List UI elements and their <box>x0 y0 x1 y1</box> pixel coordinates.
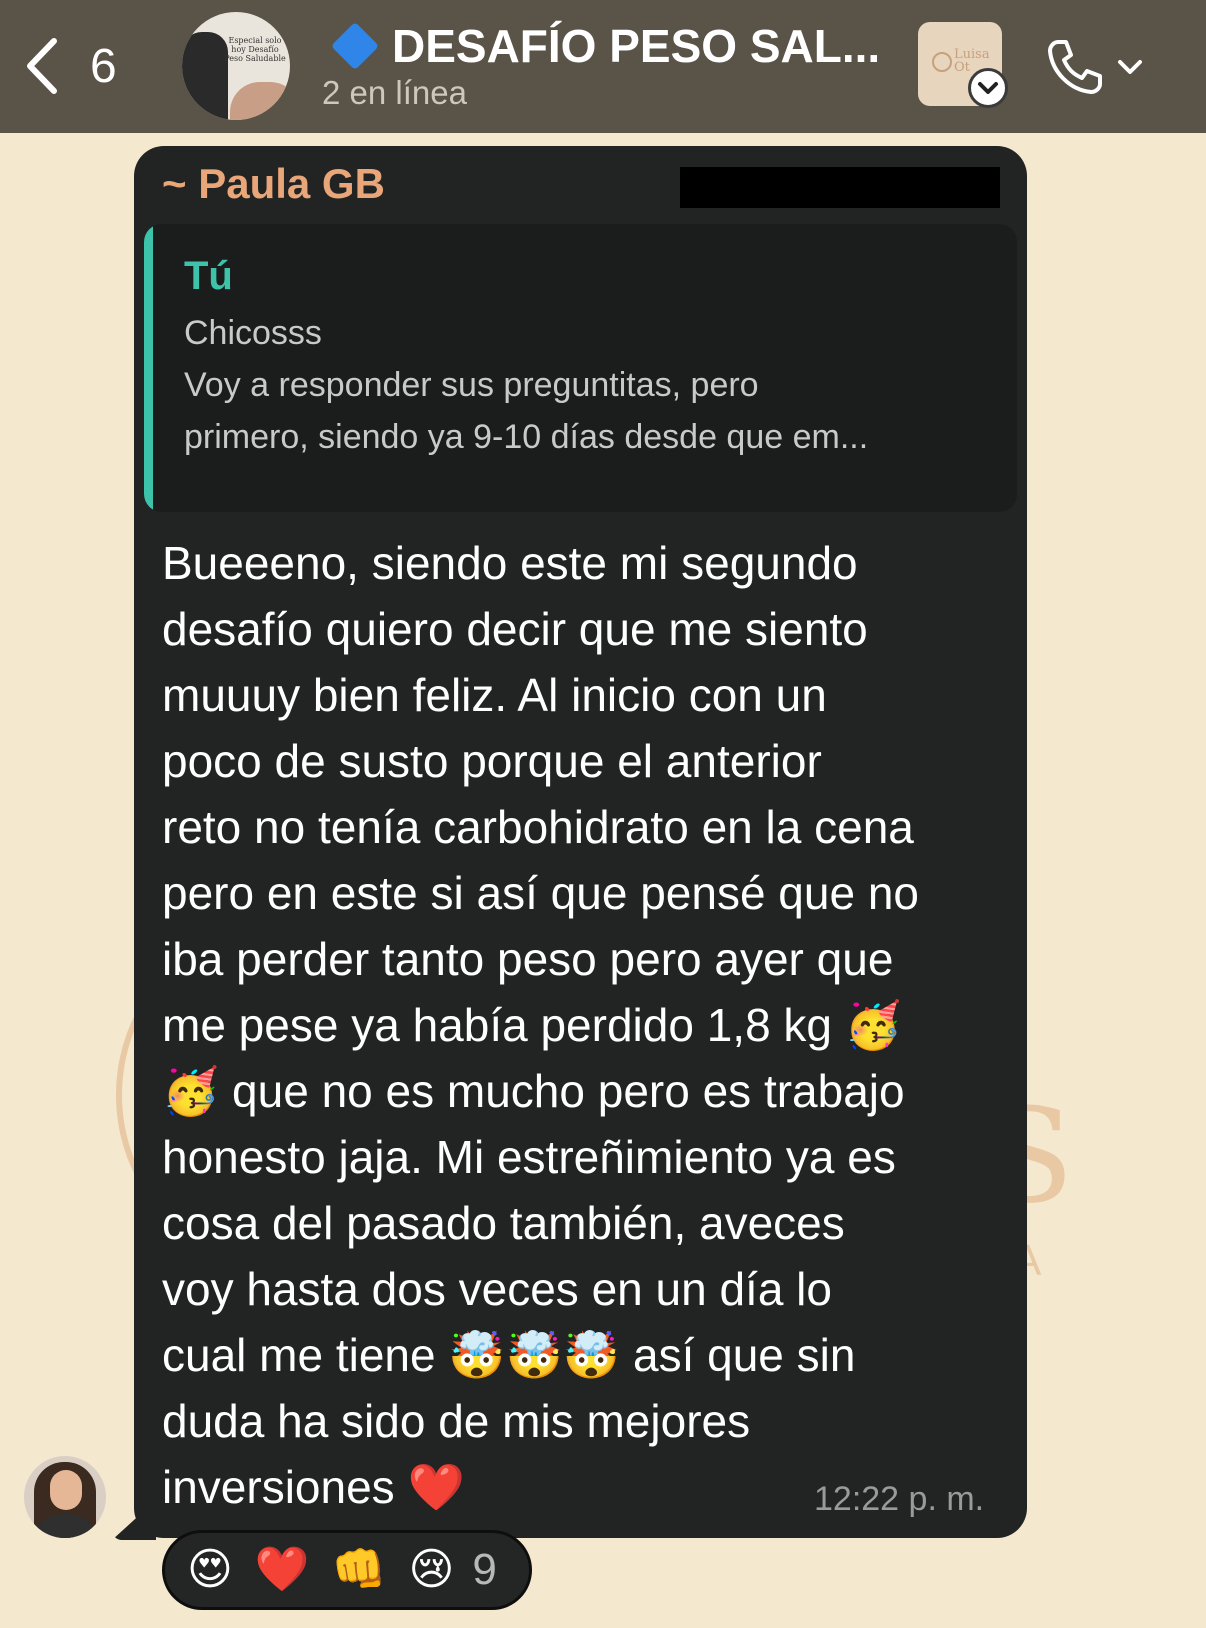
group-title[interactable]: DESAFÍO PESO SAL... <box>330 18 890 74</box>
sender-avatar[interactable] <box>24 1456 106 1538</box>
avatar-figure-hand <box>230 82 290 120</box>
reaction-crying: 😢 <box>408 1545 455 1594</box>
reaction-heart: ❤️ <box>254 1545 310 1594</box>
diamond-icon <box>330 21 380 71</box>
back-button[interactable]: 6 <box>22 30 142 102</box>
message-line: cosa del pasado también, aveces <box>162 1197 845 1249</box>
message-line: 🥳 que no es mucho pero es trabajo <box>162 1065 905 1117</box>
call-options-chevron-icon <box>1118 60 1142 74</box>
group-title-text: DESAFÍO PESO SAL... <box>392 20 881 72</box>
group-avatar[interactable]: Especial solo hoy Desafío Peso Saludable <box>182 12 290 120</box>
message-line: voy hasta dos veces en un día lo <box>162 1263 832 1315</box>
message-timestamp: 12:22 p. m. <box>814 1480 985 1518</box>
message-line: poco de susto porque el anterior <box>162 735 822 787</box>
message-line: Bueeeno, siendo este mi segundo <box>162 537 858 589</box>
message-line: muuuy bien feliz. Al inicio con un <box>162 669 827 721</box>
online-status: 2 en línea <box>322 74 467 111</box>
quote-author: Tú <box>184 254 233 298</box>
avatar-face <box>50 1470 82 1510</box>
reaction-fist: 👊 <box>331 1545 387 1594</box>
reactions-bar[interactable]: 😍 ❤️ 👊 😢 9 <box>162 1530 532 1610</box>
quote-accent-bar <box>144 224 153 512</box>
message-line: iba perder tanto peso pero ayer que <box>162 933 894 985</box>
redacted-phone-number <box>680 167 1000 208</box>
message-line: desafío quiero decir que me siento <box>162 603 868 655</box>
unread-count: 6 <box>90 39 117 93</box>
quoted-message[interactable]: Tú Chicosss Voy a responder sus pregunti… <box>144 224 1017 512</box>
reaction-count: 9 <box>472 1545 497 1594</box>
call-button[interactable] <box>1044 30 1154 104</box>
phone-icon <box>1048 40 1102 94</box>
quote-line: Voy a responder sus preguntitas, pero <box>184 366 759 404</box>
message-line: honesto jaja. Mi estreñimiento ya es <box>162 1131 896 1183</box>
chat-header: 6 Especial solo hoy Desafío Peso Saludab… <box>0 0 1206 133</box>
logo-icon <box>932 52 952 72</box>
message-line: me pese ya había perdido 1,8 kg 🥳 <box>162 999 903 1051</box>
avatar-figure <box>182 32 228 120</box>
avatar-lettering: Especial solo hoy Desafío Peso Saludable <box>224 36 286 63</box>
message-line: pero en este si así que pensé que no <box>162 867 920 919</box>
message-line: cual me tiene 🤯🤯🤯 así que sin <box>162 1329 856 1381</box>
back-chevron-icon <box>27 38 57 94</box>
message-line: reto no tenía carbohidrato en la cena <box>162 801 914 853</box>
reaction-heart-eyes: 😍 <box>187 1545 233 1594</box>
chevron-down-icon[interactable] <box>968 68 1008 108</box>
quote-line: Chicosss <box>184 314 322 352</box>
sender-name[interactable]: ~ Paula GB <box>162 160 385 208</box>
quote-line: primero, siendo ya 9-10 días desde que e… <box>184 418 869 456</box>
message-body: Bueeeno, siendo este mi segundo desafío … <box>162 530 1012 1520</box>
message-line: duda ha sido de mis mejores <box>162 1395 751 1447</box>
